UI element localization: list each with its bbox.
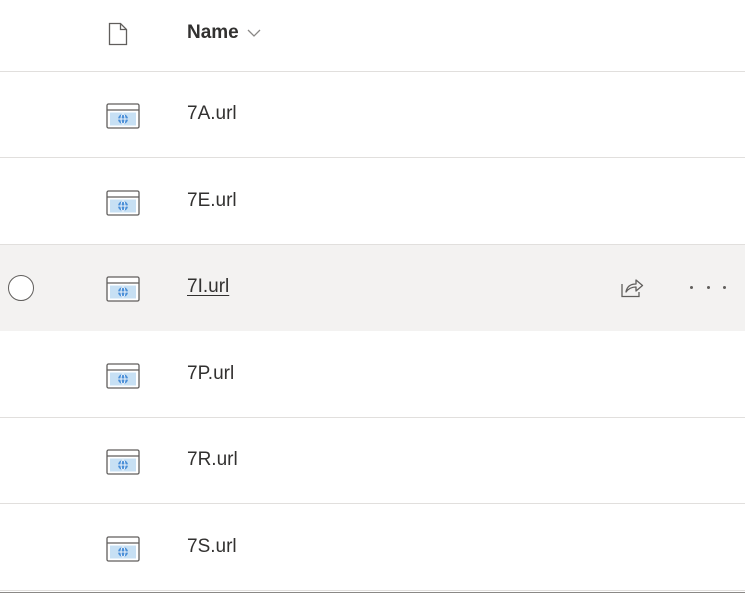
- file-row[interactable]: 7A.url: [0, 72, 745, 158]
- file-row[interactable]: 7R.url: [0, 418, 745, 504]
- file-name-link[interactable]: 7P.url: [187, 361, 234, 387]
- file-row[interactable]: 7I.url: [0, 245, 745, 331]
- chevron-down-icon: [247, 29, 261, 37]
- url-file-icon: [106, 362, 140, 389]
- url-file-icon: [106, 535, 140, 562]
- document-icon[interactable]: [108, 22, 128, 46]
- more-options-icon[interactable]: [690, 279, 726, 295]
- file-row[interactable]: 7S.url: [0, 505, 745, 591]
- file-list: Name 7A.url 7E.url 7I.url 7P.url 7R.url …: [0, 0, 745, 608]
- file-name-link[interactable]: 7E.url: [187, 188, 237, 214]
- file-row[interactable]: 7P.url: [0, 332, 745, 418]
- url-file-icon: [106, 103, 140, 129]
- url-file-icon: [106, 276, 140, 302]
- file-name-link[interactable]: 7S.url: [187, 534, 237, 560]
- url-file-icon: [106, 189, 140, 216]
- list-bottom-border: [0, 592, 745, 593]
- row-select-checkbox[interactable]: [8, 275, 34, 301]
- file-name-link[interactable]: 7R.url: [187, 447, 238, 473]
- share-icon[interactable]: [620, 276, 644, 298]
- file-row[interactable]: 7E.url: [0, 159, 745, 245]
- file-name-link[interactable]: 7I.url: [187, 274, 229, 300]
- list-header: Name: [0, 0, 745, 72]
- name-column-header[interactable]: Name: [187, 20, 261, 46]
- file-name-link[interactable]: 7A.url: [187, 101, 237, 127]
- name-column-label: Name: [187, 22, 239, 43]
- url-file-icon: [106, 449, 140, 475]
